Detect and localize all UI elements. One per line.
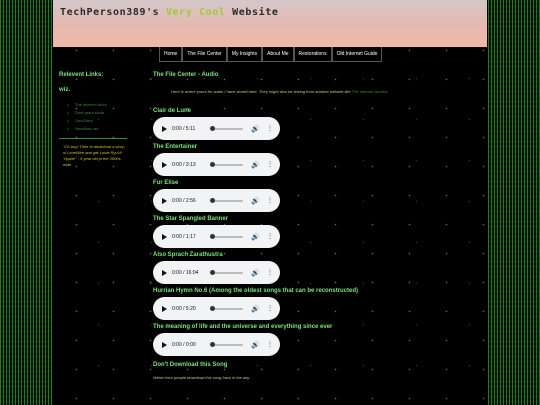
- audio-time: 0:00 / 16:04: [172, 269, 199, 276]
- more-options-icon[interactable]: ⋮: [267, 125, 273, 132]
- header-banner: TechPerson389's Very Cool Website: [53, 0, 487, 47]
- seek-knob[interactable]: [210, 341, 215, 347]
- matrix-rain-left: [0, 0, 52, 405]
- track-title: Don't Download this Song: [153, 362, 228, 368]
- audio-player[interactable]: 0:00 / 3:13 🔊 ⋮: [153, 153, 280, 176]
- play-icon[interactable]: [162, 233, 167, 240]
- sidebar-link[interactable]: The Internet Archi: [67, 101, 127, 109]
- intro-link[interactable]: The Internet Archive: [352, 89, 388, 94]
- more-options-icon[interactable]: ⋮: [267, 161, 273, 168]
- audio-player[interactable]: 0:00 / 1:17 🔊 ⋮: [153, 225, 280, 248]
- seek-bar[interactable]: [210, 233, 244, 239]
- sidebar-links: The Internet Archi Dont grant kinda GeoC…: [59, 101, 127, 133]
- more-options-icon[interactable]: ⋮: [267, 197, 273, 204]
- track-title: Fur Elise: [153, 180, 179, 186]
- site-title-prefix: TechPerson389's: [60, 7, 160, 18]
- sidebar-link[interactable]: GeoCities: [67, 117, 127, 125]
- intro-body: Here is where yours for audio I have sto…: [171, 89, 351, 94]
- nav-old-internet-guide[interactable]: Old Internet Guide: [331, 47, 383, 62]
- volume-icon[interactable]: 🔊: [251, 305, 260, 313]
- volume-icon[interactable]: 🔊: [251, 341, 260, 349]
- audio-time: 0:00 / 0:00: [172, 341, 196, 348]
- sidebar-link[interactable]: Dont grant kinda: [67, 109, 127, 117]
- site-title-suffix: Website: [232, 7, 279, 18]
- nav-about-me[interactable]: About Me: [262, 47, 294, 62]
- track-list: Clair de Lune 0:00 / 5:11 🔊 ⋮ The Entert…: [153, 106, 483, 380]
- audio-time: 0:00 / 2:56: [172, 197, 196, 204]
- volume-icon[interactable]: 🔊: [251, 197, 260, 205]
- audio-player[interactable]: 0:00 / 5:11 🔊 ⋮: [153, 117, 280, 140]
- seek-knob[interactable]: [210, 197, 215, 203]
- seek-bar[interactable]: [210, 125, 244, 131]
- play-icon[interactable]: [162, 197, 167, 204]
- play-icon[interactable]: [162, 161, 167, 168]
- sidebar: Relevent Links: wiz. The Internet Archi …: [59, 72, 127, 168]
- seek-bar[interactable]: [210, 197, 244, 203]
- track-title: Clair de Lune: [153, 108, 192, 114]
- play-icon[interactable]: [162, 341, 167, 348]
- audio-time: 0:00 / 5:20: [172, 305, 196, 312]
- seek-bar[interactable]: [210, 269, 244, 275]
- seek-knob[interactable]: [210, 233, 215, 239]
- seek-knob[interactable]: [210, 269, 215, 275]
- seek-bar[interactable]: [210, 161, 244, 167]
- nav-file-center[interactable]: The File Center: [182, 47, 227, 62]
- play-icon[interactable]: [162, 305, 167, 312]
- navbar: Home The File Center My Insights About M…: [159, 47, 383, 62]
- audio-time: 0:00 / 5:11: [172, 125, 196, 132]
- seek-knob[interactable]: [210, 125, 215, 131]
- sidebar-link[interactable]: Neocities.net: [67, 125, 127, 133]
- track-title: Also Sprach Zarathustra: [153, 252, 223, 258]
- track-title: The Star Spangled Banner: [153, 216, 229, 222]
- play-icon[interactable]: [162, 125, 167, 132]
- matrix-rain-right: [488, 0, 540, 405]
- seek-bar[interactable]: [210, 305, 244, 311]
- site-title: TechPerson389's Very Cool Website: [60, 7, 279, 18]
- seek-knob[interactable]: [210, 161, 215, 167]
- sidebar-heading: Relevent Links:: [59, 72, 104, 78]
- sidebar-divider: [59, 138, 127, 139]
- track-title: The Entertainer: [153, 144, 198, 150]
- audio-player[interactable]: 0:00 / 0:00 🔊 ⋮: [153, 333, 280, 356]
- volume-icon[interactable]: 🔊: [251, 269, 260, 277]
- audio-time: 0:00 / 1:17: [172, 233, 196, 240]
- main-content: The File Center - Audio Here is where yo…: [153, 72, 483, 380]
- audio-player[interactable]: 0:00 / 16:04 🔊 ⋮: [153, 261, 280, 284]
- volume-icon[interactable]: 🔊: [251, 125, 260, 133]
- audio-player[interactable]: 0:00 / 2:56 🔊 ⋮: [153, 189, 280, 212]
- sidebar-quote: "Oh boy! Time to download a sexy-ol Lime…: [63, 144, 126, 167]
- nav-my-insights[interactable]: My Insights: [226, 47, 263, 62]
- seek-bar[interactable]: [210, 341, 244, 347]
- nav-home[interactable]: Home: [159, 47, 183, 62]
- volume-icon[interactable]: 🔊: [251, 161, 260, 169]
- site-title-accent: Very Cool: [165, 7, 226, 18]
- track-title: Hurrian Hymn No.6 (Among the oldest song…: [153, 288, 359, 294]
- more-options-icon[interactable]: ⋮: [267, 269, 273, 276]
- nav-restorations[interactable]: Restorations: [293, 47, 332, 62]
- more-options-icon[interactable]: ⋮: [267, 341, 273, 348]
- more-options-icon[interactable]: ⋮: [267, 305, 273, 312]
- track-title: The meaning of life and the universe and…: [153, 324, 333, 330]
- intro-text: Here is where yours for audio I have sto…: [153, 88, 483, 96]
- page-title: The File Center - Audio: [153, 72, 219, 78]
- volume-icon[interactable]: 🔊: [251, 233, 260, 241]
- track-note: Weird error people download this song ba…: [153, 375, 250, 380]
- play-icon[interactable]: [162, 269, 167, 276]
- more-options-icon[interactable]: ⋮: [267, 233, 273, 240]
- page-content: TechPerson389's Very Cool Website Home T…: [53, 0, 487, 405]
- audio-time: 0:00 / 3:13: [172, 161, 196, 168]
- sidebar-subheading: wiz.: [59, 87, 71, 93]
- seek-knob[interactable]: [210, 305, 215, 311]
- audio-player[interactable]: 0:00 / 5:20 🔊 ⋮: [153, 297, 280, 320]
